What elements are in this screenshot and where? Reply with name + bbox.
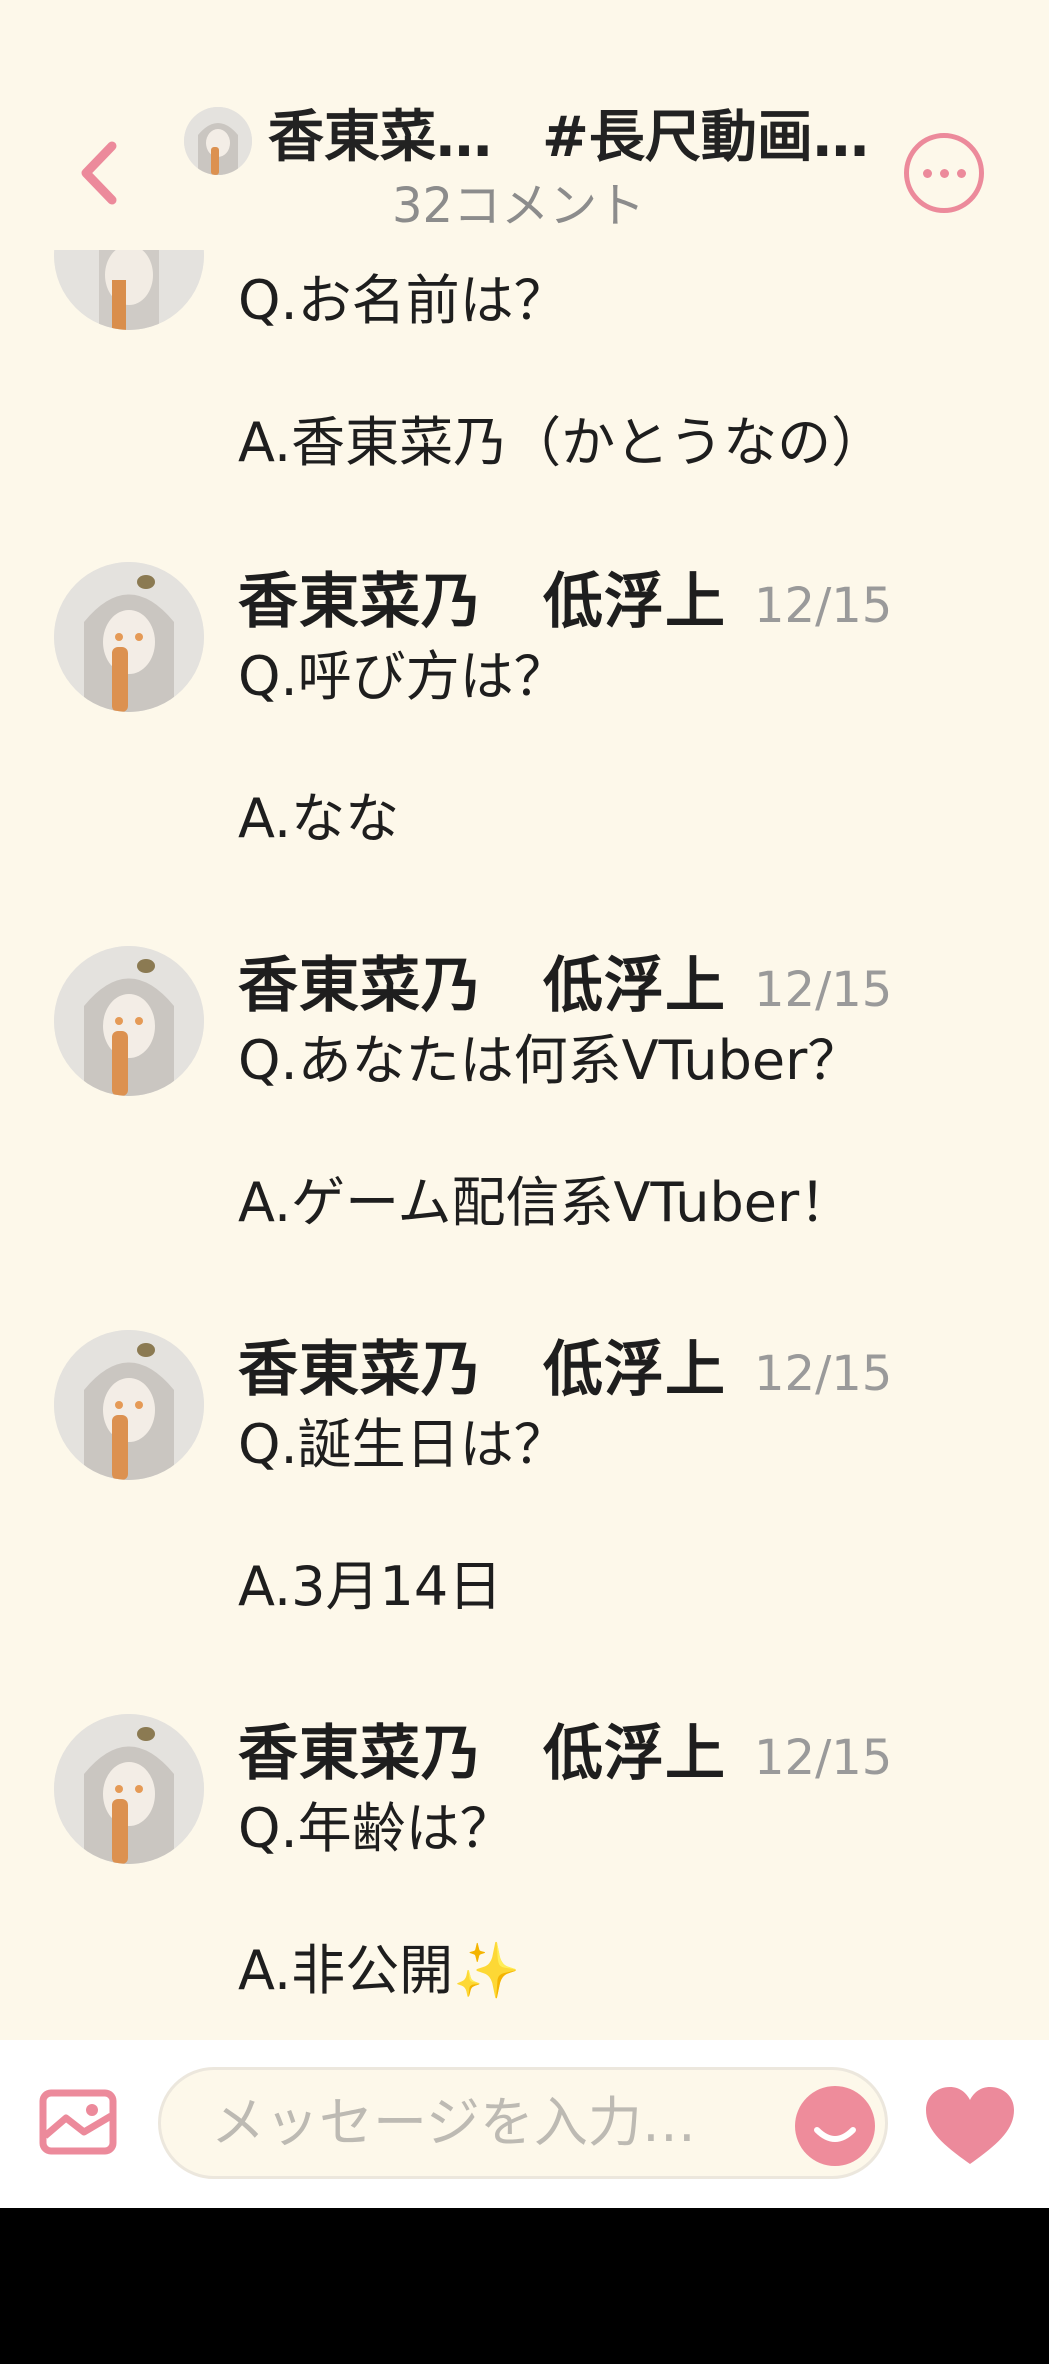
message-date: 12/15 bbox=[754, 962, 893, 1018]
sender-name[interactable]: 香東菜乃 低浮上 bbox=[238, 562, 726, 642]
emoji-button[interactable] bbox=[795, 2086, 875, 2166]
message-date: 12/15 bbox=[754, 1730, 893, 1786]
message-meta: 香東菜乃 低浮上 12/15 bbox=[238, 562, 892, 642]
like-button[interactable] bbox=[922, 2084, 1018, 2168]
chat-title-name: 香東菜… bbox=[268, 105, 492, 170]
question-text: Q.誕生日は？ bbox=[238, 1413, 568, 1476]
heart-icon bbox=[926, 2087, 1014, 2164]
sender-name[interactable]: 香東菜乃 低浮上 bbox=[238, 946, 726, 1026]
message-input-placeholder: メッセージを入力… bbox=[211, 2091, 696, 2154]
avatar[interactable] bbox=[54, 1714, 204, 1864]
image-icon bbox=[39, 2089, 117, 2155]
message-meta: 香東菜乃 低浮上 12/15 bbox=[238, 946, 892, 1026]
answer-text: A.3月14日 bbox=[238, 1555, 503, 1618]
question-text: Q.呼び方は？ bbox=[238, 645, 568, 708]
question-text: Q.あなたは何系VTuber？ bbox=[238, 1029, 862, 1092]
message-date: 12/15 bbox=[754, 578, 893, 634]
back-button[interactable] bbox=[72, 138, 132, 208]
smiley-icon bbox=[814, 2127, 856, 2142]
message-thread[interactable]: Q.お名前は？ A.香東菜乃（かとうなの） 香東菜乃 低浮上 12/15 Q.呼… bbox=[0, 0, 1049, 2040]
answer-text: A.非公開✨ bbox=[238, 1939, 521, 2002]
more-options-icon bbox=[922, 168, 932, 178]
answer-text: A.ゲーム配信系VTuber！ bbox=[238, 1171, 854, 1234]
avatar[interactable] bbox=[54, 562, 204, 712]
answer-text: A.香東菜乃（かとうなの） bbox=[238, 411, 886, 474]
message-composer: メッセージを入力… bbox=[0, 2040, 1049, 2208]
question-text: Q.お名前は？ bbox=[238, 269, 568, 332]
more-options-button[interactable] bbox=[904, 133, 984, 213]
avatar[interactable] bbox=[54, 946, 204, 1096]
chat-title-tag: #長尺動画… bbox=[542, 105, 869, 170]
back-arrow-icon bbox=[81, 141, 117, 205]
comment-count: 32コメント bbox=[392, 178, 646, 234]
header-avatar[interactable] bbox=[184, 107, 252, 175]
answer-text: A.なな bbox=[238, 787, 400, 850]
message-date: 12/15 bbox=[754, 1346, 893, 1402]
sender-name[interactable]: 香東菜乃 低浮上 bbox=[238, 1330, 726, 1410]
question-text: Q.年齢は？ bbox=[238, 1797, 514, 1860]
chat-title[interactable]: 香東菜… #長尺動画… bbox=[268, 96, 869, 180]
image-button[interactable] bbox=[38, 2088, 118, 2156]
message-meta: 香東菜乃 低浮上 12/15 bbox=[238, 1330, 892, 1410]
system-navigation-bar bbox=[0, 2208, 1049, 2364]
message-meta: 香東菜乃 低浮上 12/15 bbox=[238, 1714, 892, 1794]
message-input[interactable]: メッセージを入力… bbox=[158, 2067, 888, 2179]
sender-name[interactable]: 香東菜乃 低浮上 bbox=[238, 1714, 726, 1794]
avatar[interactable] bbox=[54, 1330, 204, 1480]
chat-header: 香東菜… #長尺動画… 32コメント bbox=[0, 0, 1049, 250]
